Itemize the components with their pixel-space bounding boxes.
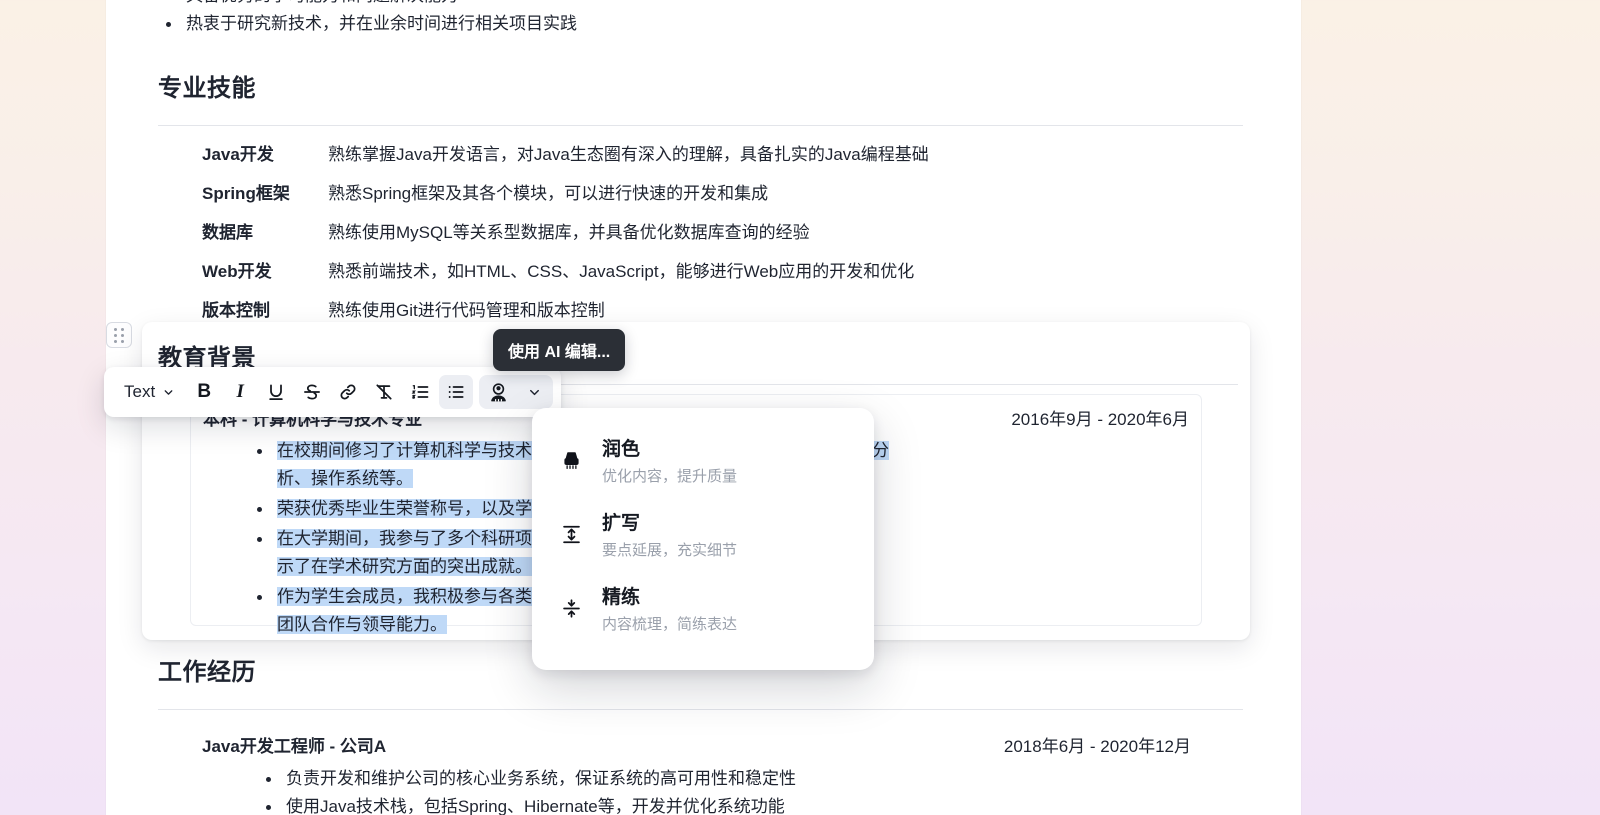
list-item: 使用Java技术栈，包括Spring、Hibernate等，开发并优化系统功能 xyxy=(258,793,1243,815)
highlighted-text: 示了在学术研究方面的突出成就。 xyxy=(277,557,532,576)
compress-vertical-icon xyxy=(558,585,584,619)
clear-format-icon xyxy=(376,384,392,400)
work-bullet-list: 负责开发和维护公司的核心业务系统，保证系统的高可用性和稳定性 使用Java技术栈… xyxy=(158,765,1243,815)
formatting-toolbar[interactable]: Text B I xyxy=(104,367,562,417)
bold-button[interactable]: B xyxy=(187,375,221,409)
skill-description: 熟悉前端技术，如HTML、CSS、JavaScript，能够进行Web应用的开发… xyxy=(328,262,915,281)
ai-menu-item-condense[interactable]: 精练 内容梳理，简练表达 xyxy=(532,574,874,648)
ai-button-group[interactable] xyxy=(479,375,554,409)
skill-row: Spring框架 熟悉Spring框架及其各个模块，可以进行快速的开发和集成 xyxy=(158,179,1243,204)
work-entry-header: Java开发工程师 - 公司A 2018年6月 - 2020年12月 xyxy=(158,732,1243,757)
skill-name: 数据库 xyxy=(202,223,253,242)
clear-format-button[interactable] xyxy=(367,375,401,409)
ai-menu-item-title: 扩写 xyxy=(602,513,641,534)
chevron-down-icon xyxy=(529,389,539,395)
ai-menu-item-subtitle: 内容梳理，简练表达 xyxy=(602,616,738,633)
skill-description: 熟练使用Git进行代码管理和版本控制 xyxy=(328,301,605,320)
link-icon xyxy=(340,384,356,400)
section-divider xyxy=(158,125,1243,126)
underline-button[interactable] xyxy=(259,375,293,409)
ai-actions-menu[interactable]: 润色 优化内容，提升质量 扩写 要点延展，充实细节 精练 内容梳理，简练表达 xyxy=(532,408,874,670)
robot-head-icon xyxy=(490,382,506,402)
grip-dots-icon xyxy=(114,327,124,343)
strikethrough-button[interactable] xyxy=(295,375,329,409)
ai-edit-tooltip: 使用 AI 编辑... xyxy=(493,329,626,371)
skill-name: 版本控制 xyxy=(202,301,270,320)
work-role-title: Java开发工程师 - 公司A xyxy=(202,737,387,756)
ai-menu-item-title: 精练 xyxy=(602,587,641,608)
underline-icon xyxy=(269,384,283,400)
section-divider xyxy=(158,709,1243,710)
intro-bullet-list: 具备优秀的学习能力和问题解决能力 热衷于研究新技术，并在业余时间进行相关项目实践 xyxy=(158,0,1158,38)
ai-menu-item-subtitle: 要点延展，充实细节 xyxy=(602,542,738,559)
italic-button[interactable]: I xyxy=(223,375,257,409)
skill-row: 版本控制 熟练使用Git进行代码管理和版本控制 xyxy=(158,296,1243,321)
skill-description: 熟练使用MySQL等关系型数据库，并具备优化数据库查询的经验 xyxy=(328,223,810,242)
work-section: 工作经历 Java开发工程师 - 公司A 2018年6月 - 2020年12月 … xyxy=(158,652,1243,815)
skill-name: Web开发 xyxy=(202,262,272,281)
link-button[interactable] xyxy=(331,375,365,409)
ai-menu-item-title: 润色 xyxy=(602,439,641,460)
list-item: 负责开发和维护公司的核心业务系统，保证系统的高可用性和稳定性 xyxy=(258,765,1243,793)
ai-menu-item-subtitle: 优化内容，提升质量 xyxy=(602,468,738,485)
ordered-list-icon xyxy=(411,385,429,399)
skills-section: 专业技能 Java开发 熟练掌握Java开发语言，对Java生态圈有深入的理解，… xyxy=(158,68,1243,321)
polish-icon xyxy=(558,437,584,471)
skill-row: Web开发 熟悉前端技术，如HTML、CSS、JavaScript，能够进行We… xyxy=(158,257,1243,282)
ai-menu-item-text: 扩写 要点延展，充实细节 xyxy=(602,511,737,563)
list-item: 热衷于研究新技术，并在业余时间进行相关项目实践 xyxy=(158,10,1158,38)
ai-menu-item-text: 润色 优化内容，提升质量 xyxy=(602,437,737,489)
highlighted-text: 团队合作与领导能力。 xyxy=(277,615,447,634)
expand-vertical-icon xyxy=(558,511,584,545)
bullet-list-button[interactable] xyxy=(439,375,474,409)
skill-row: Java开发 熟练掌握Java开发语言，对Java生态圈有深入的理解，具备扎实的… xyxy=(158,140,1243,165)
ai-edit-button[interactable] xyxy=(481,375,515,409)
bullet-list-icon xyxy=(448,386,464,398)
strikethrough-icon xyxy=(304,384,321,400)
block-drag-handle[interactable] xyxy=(106,322,132,348)
text-style-select[interactable]: Text xyxy=(112,375,185,409)
skill-description: 熟练掌握Java开发语言，对Java生态圈有深入的理解，具备扎实的Java编程基… xyxy=(328,145,929,164)
highlighted-text: 析、操作系统等。 xyxy=(277,469,413,488)
skill-name: Java开发 xyxy=(202,145,274,164)
section-title-skills: 专业技能 xyxy=(158,75,256,102)
ai-menu-toggle-button[interactable] xyxy=(517,375,551,409)
ordered-list-button[interactable] xyxy=(403,375,437,409)
text-style-label: Text xyxy=(124,382,156,401)
education-date-range: 2016年9月 - 2020年6月 xyxy=(1011,410,1189,429)
chevron-down-icon xyxy=(164,389,173,395)
work-date-range: 2018年6月 - 2020年12月 xyxy=(1003,737,1191,756)
skill-description: 熟悉Spring框架及其各个模块，可以进行快速的开发和集成 xyxy=(328,184,769,203)
ai-menu-item-polish[interactable]: 润色 优化内容，提升质量 xyxy=(532,426,874,500)
skill-name: Spring框架 xyxy=(202,184,290,203)
list-item: 具备优秀的学习能力和问题解决能力 xyxy=(158,0,1158,10)
skill-row: 数据库 熟练使用MySQL等关系型数据库，并具备优化数据库查询的经验 xyxy=(158,218,1243,243)
ai-menu-item-expand[interactable]: 扩写 要点延展，充实细节 xyxy=(532,500,874,574)
ai-menu-item-text: 精练 内容梳理，简练表达 xyxy=(602,585,737,637)
